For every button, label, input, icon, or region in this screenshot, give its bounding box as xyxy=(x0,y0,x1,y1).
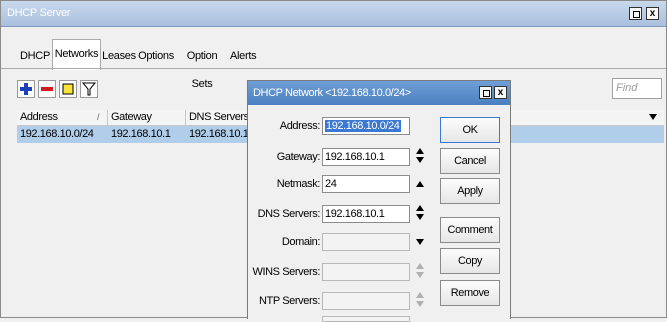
wins-add-icon[interactable] xyxy=(416,263,424,269)
column-menu-icon[interactable] xyxy=(649,114,657,120)
cell-address: 192.168.10.0/24 xyxy=(20,128,94,140)
minus-icon xyxy=(41,87,53,91)
copy-button[interactable]: Copy xyxy=(440,248,500,274)
maximize-button[interactable] xyxy=(629,7,642,20)
tab-alerts[interactable]: Alerts xyxy=(229,41,257,71)
netmask-label: Netmask: xyxy=(276,178,321,190)
domain-label: Domain: xyxy=(281,236,321,248)
column-dns-servers[interactable]: DNS Servers xyxy=(189,111,249,123)
ntp-add-icon[interactable] xyxy=(416,292,424,298)
address-value: 192.168.10.0/24 xyxy=(325,120,401,132)
window-title: DHCP Server xyxy=(7,7,71,19)
wins-remove-icon[interactable] xyxy=(416,272,424,278)
cancel-button[interactable]: Cancel xyxy=(440,148,500,174)
ntp-remove-icon[interactable] xyxy=(416,301,424,307)
tab-dhcp[interactable]: DHCP xyxy=(17,41,53,71)
window-titlebar[interactable]: DHCP Server x xyxy=(1,1,666,27)
gateway-label: Gateway: xyxy=(276,151,321,163)
tab-bar: DHCP Networks Leases Options Option Sets… xyxy=(1,39,666,90)
dhcp-network-dialog: DHCP Network <192.168.10.0/24> x Address… xyxy=(247,80,511,322)
column-address[interactable]: Address xyxy=(20,111,58,123)
dns-servers-field[interactable]: 192.168.10.1 xyxy=(322,205,410,223)
find-input[interactable]: Find xyxy=(612,78,662,99)
gateway-add-icon[interactable] xyxy=(416,148,424,154)
ntp-servers-label: NTP Servers: xyxy=(258,295,320,307)
dialog-maximize-button[interactable] xyxy=(479,86,492,99)
close-button[interactable]: x xyxy=(646,7,659,20)
filter-icon xyxy=(81,82,97,96)
cell-gateway: 192.168.10.1 xyxy=(111,128,171,140)
gateway-field[interactable]: 192.168.10.1 xyxy=(322,148,410,166)
gateway-remove-icon[interactable] xyxy=(416,157,424,163)
tab-option-sets[interactable]: Option Sets xyxy=(175,41,229,90)
wins-servers-label: WINS Servers: xyxy=(252,266,320,278)
tab-leases[interactable]: Leases xyxy=(100,41,138,71)
remove-button-dialog[interactable]: Remove xyxy=(440,280,500,306)
dialog-titlebar[interactable]: DHCP Network <192.168.10.0/24> x xyxy=(248,81,510,105)
tab-options[interactable]: Options xyxy=(137,41,175,71)
address-label: Address: xyxy=(279,120,321,132)
tab-divider xyxy=(1,68,666,69)
filter-button[interactable] xyxy=(80,80,98,98)
plus-icon xyxy=(20,83,32,95)
netmask-field[interactable]: 24 xyxy=(322,175,410,193)
tab-networks[interactable]: Networks xyxy=(52,39,101,70)
apply-button[interactable]: Apply xyxy=(440,178,500,204)
column-gateway[interactable]: Gateway xyxy=(111,111,152,123)
comment-button-dialog[interactable]: Comment xyxy=(440,217,500,243)
dns-remove-icon[interactable] xyxy=(416,214,424,220)
dialog-close-button[interactable]: x xyxy=(494,86,507,99)
comment-button[interactable] xyxy=(59,80,77,98)
note-icon xyxy=(62,83,74,95)
dns-add-icon[interactable] xyxy=(416,205,424,211)
netmask-collapse-icon[interactable] xyxy=(416,181,424,187)
next-field-partial xyxy=(322,316,410,322)
domain-expand-icon[interactable] xyxy=(416,239,424,245)
address-field[interactable]: 192.168.10.0/24 xyxy=(322,117,410,135)
dns-servers-label: DNS Servers: xyxy=(257,208,321,220)
sort-icon: / xyxy=(97,112,100,122)
dhcp-server-window: DHCP Server x DHCP Networks Leases Optio… xyxy=(0,0,667,322)
add-button[interactable] xyxy=(17,80,35,98)
ntp-servers-field[interactable] xyxy=(322,292,410,310)
wins-servers-field[interactable] xyxy=(322,263,410,281)
dialog-title: DHCP Network <192.168.10.0/24> xyxy=(253,87,411,99)
ok-button[interactable]: OK xyxy=(440,117,500,143)
remove-button[interactable] xyxy=(38,80,56,98)
cell-dns: 192.168.10.1 xyxy=(189,128,249,140)
domain-field[interactable] xyxy=(322,233,410,251)
